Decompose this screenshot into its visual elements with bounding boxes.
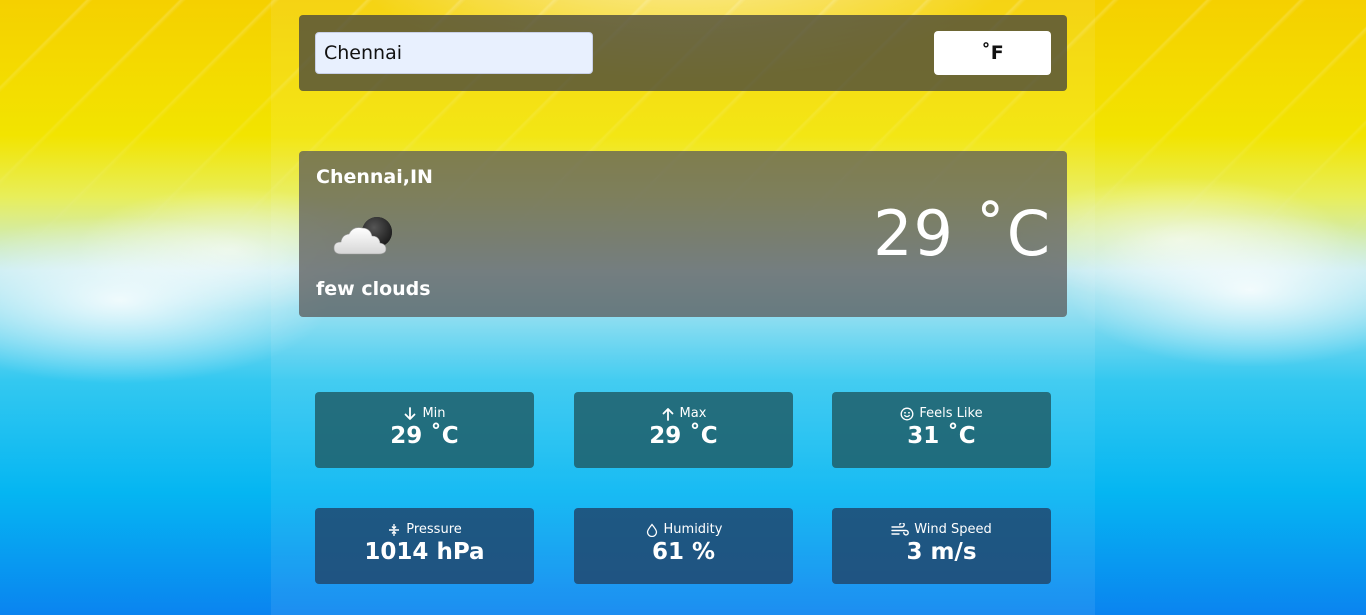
city-search-input[interactable] (315, 32, 593, 74)
stat-label: Max (679, 406, 707, 421)
stat-feels-like: Feels Like 31 ˚C (832, 392, 1051, 468)
stat-pressure: Pressure 1014 hPa (315, 508, 534, 584)
stat-value: 29 ˚C (649, 423, 718, 449)
arrow-down-icon (403, 406, 417, 421)
current-temperature: 29 ˚C (873, 197, 1051, 270)
wind-icon (891, 521, 910, 537)
droplet-icon (645, 522, 659, 537)
stat-humidity: Humidity 61 % (574, 508, 793, 584)
stat-max: Max 29 ˚C (574, 392, 793, 468)
stat-label: Min (422, 406, 446, 421)
stat-label: Feels Like (919, 406, 983, 421)
weather-app: ˚F Chennai,IN (271, 0, 1095, 615)
search-bar: ˚F (299, 15, 1067, 91)
stat-min: Min 29 ˚C (315, 392, 534, 468)
unit-toggle-button[interactable]: ˚F (934, 31, 1051, 75)
stat-wind-speed: Wind Speed 3 m/s (832, 508, 1051, 584)
stat-value: 29 ˚C (390, 423, 459, 449)
pressure-icon (387, 523, 401, 537)
stat-value: 31 ˚C (907, 423, 976, 449)
stat-value: 61 % (651, 539, 716, 565)
arrow-up-icon (661, 407, 675, 421)
weather-description: few clouds (316, 278, 431, 300)
stat-label: Pressure (406, 522, 462, 537)
stat-value: 3 m/s (906, 539, 977, 565)
stat-label: Wind Speed (914, 522, 992, 537)
stat-label: Humidity (663, 522, 723, 537)
location-name: Chennai,IN (316, 166, 433, 188)
smiley-icon (900, 407, 914, 421)
stat-value: 1014 hPa (364, 539, 485, 565)
few-clouds-icon (329, 206, 399, 266)
current-weather-card: Chennai,IN few clouds 29 ˚C (299, 151, 1067, 317)
